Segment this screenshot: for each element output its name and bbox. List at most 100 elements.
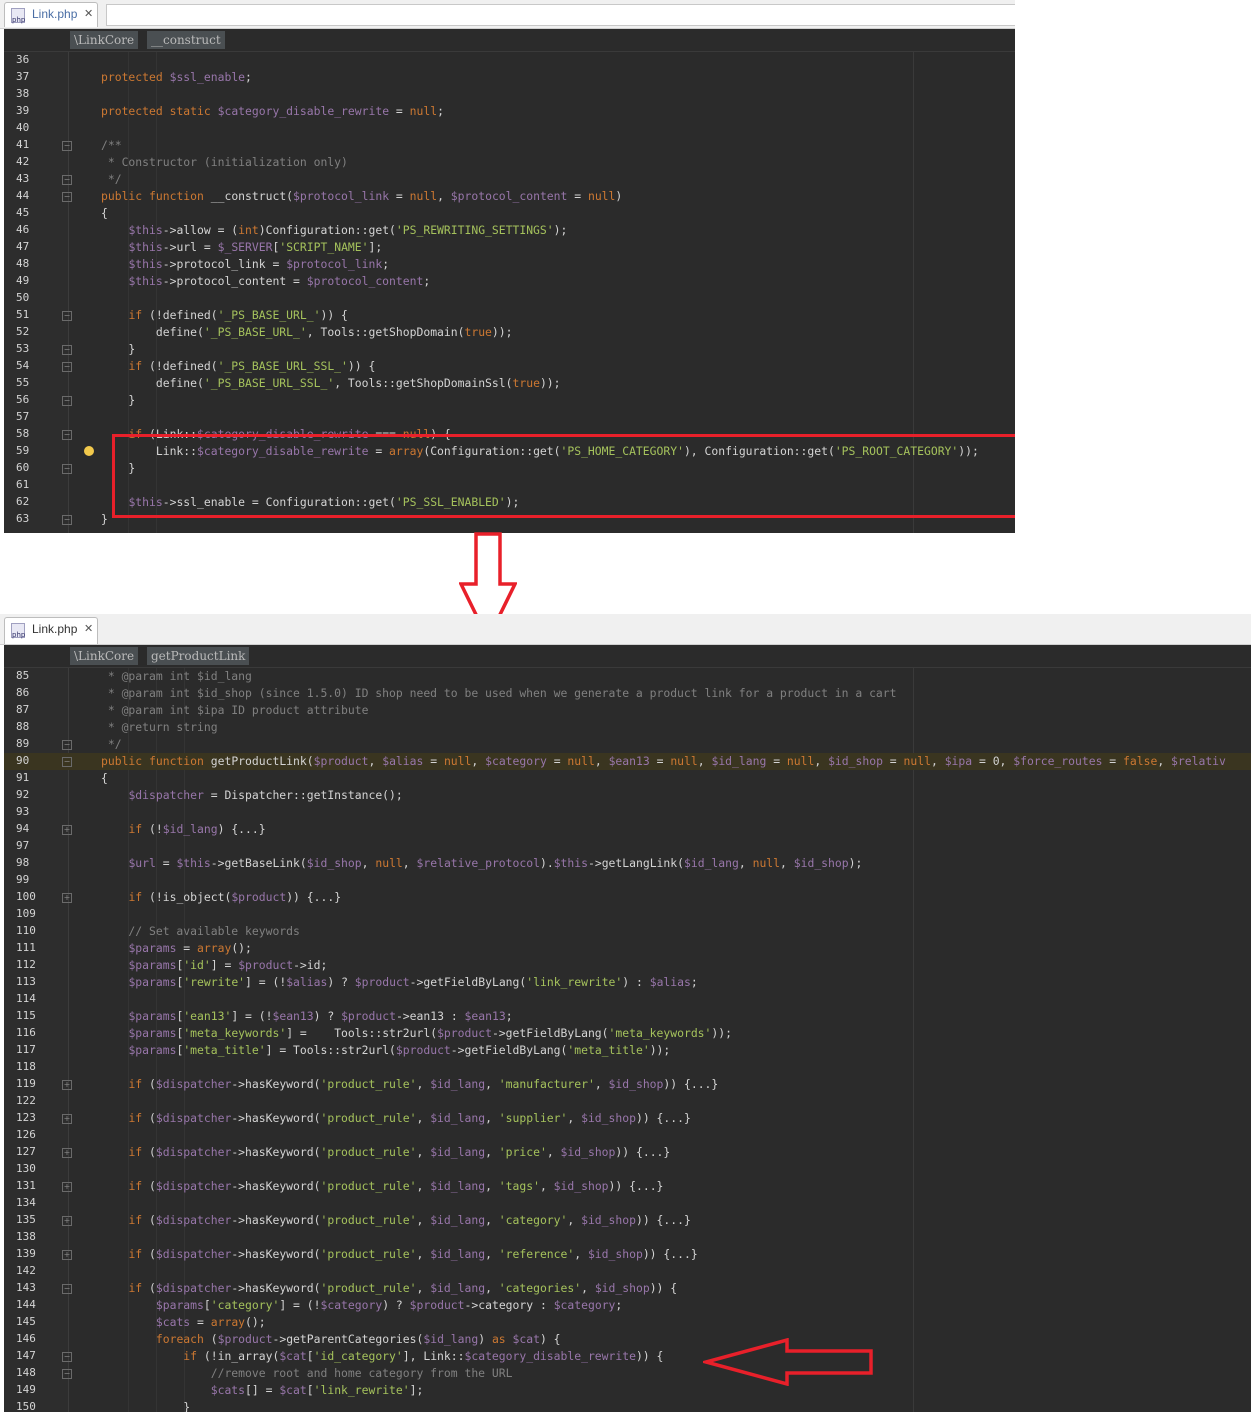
code-line[interactable]: 112 $params['id'] = $product->id;: [4, 957, 1251, 974]
breadcrumb-method[interactable]: __construct: [147, 31, 225, 49]
code-editor[interactable]: \LinkCore getProductLink 85 * @param int…: [4, 645, 1251, 1412]
code-line[interactable]: 145 $cats = array();: [4, 1314, 1251, 1331]
code-line[interactable]: 143 − if ($dispatcher->hasKeyword('produc…: [4, 1280, 1251, 1297]
fold-toggle-icon[interactable]: +: [62, 825, 72, 835]
code-line[interactable]: 50: [4, 290, 1015, 307]
fold-toggle-icon[interactable]: −: [62, 345, 72, 355]
code-line[interactable]: 36: [4, 52, 1015, 69]
code-line[interactable]: 146 foreach ($product->getParentCategori…: [4, 1331, 1251, 1348]
code-line[interactable]: 94 + if (!$id_lang) {...}: [4, 821, 1251, 838]
code-line[interactable]: 91 {: [4, 770, 1251, 787]
fold-toggle-icon[interactable]: +: [62, 1216, 72, 1226]
code-line[interactable]: 41 − /**: [4, 137, 1015, 154]
search-field[interactable]: [106, 4, 1015, 26]
breadcrumb-class[interactable]: \LinkCore: [70, 647, 139, 665]
code-editor[interactable]: \LinkCore __construct 36 37 protected $ssl…: [4, 29, 1015, 533]
code-line[interactable]: 51 − if (!defined('_PS_BASE_URL_')) {: [4, 307, 1015, 324]
code-line[interactable]: 86 * @param int $id_shop (since 1.5.0) I…: [4, 685, 1251, 702]
code-line[interactable]: 139 + if ($dispatcher->hasKeyword('produc…: [4, 1246, 1251, 1263]
code-line[interactable]: 110 // Set available keywords: [4, 923, 1251, 940]
code-line[interactable]: 131 + if ($dispatcher->hasKeyword('produc…: [4, 1178, 1251, 1195]
code-line[interactable]: 85 * @param int $id_lang: [4, 668, 1251, 685]
code-line[interactable]: 47 $this->url = $_SERVER['SCRIPT_NAME'];: [4, 239, 1015, 256]
code-line[interactable]: 40: [4, 120, 1015, 137]
fold-toggle-icon[interactable]: −: [62, 757, 72, 767]
code-line[interactable]: 92 $dispatcher = Dispatcher::getInstance…: [4, 787, 1251, 804]
code-line[interactable]: 54 − if (!defined('_PS_BASE_URL_SSL_')) {: [4, 358, 1015, 375]
fold-toggle-icon[interactable]: +: [62, 893, 72, 903]
code-line[interactable]: 98 $url = $this->getBaseLink($id_shop, n…: [4, 855, 1251, 872]
code-line[interactable]: 144 $params['category'] = (!$category) ?…: [4, 1297, 1251, 1314]
code-line[interactable]: 135 + if ($dispatcher->hasKeyword('produc…: [4, 1212, 1251, 1229]
code-line[interactable]: 97: [4, 838, 1251, 855]
fold-toggle-icon[interactable]: −: [62, 464, 72, 474]
code-line[interactable]: 100 + if (!is_object($product)) {...}: [4, 889, 1251, 906]
code-line[interactable]: 43 − */: [4, 171, 1015, 188]
code-line[interactable]: 123 + if ($dispatcher->hasKeyword('produc…: [4, 1110, 1251, 1127]
code-line[interactable]: 111 $params = array();: [4, 940, 1251, 957]
code-line[interactable]: 134: [4, 1195, 1251, 1212]
code-line[interactable]: 53 − }: [4, 341, 1015, 358]
code-line[interactable]: 46 $this->allow = (int)Configuration::ge…: [4, 222, 1015, 239]
code-line[interactable]: 114: [4, 991, 1251, 1008]
code-line[interactable]: 150 }: [4, 1399, 1251, 1412]
code-line[interactable]: 37 protected $ssl_enable;: [4, 69, 1015, 86]
breadcrumb-class[interactable]: \LinkCore: [70, 31, 139, 49]
code-line[interactable]: 138: [4, 1229, 1251, 1246]
fold-toggle-icon[interactable]: −: [62, 515, 72, 525]
code-line[interactable]: 48 $this->protocol_link = $protocol_link…: [4, 256, 1015, 273]
code-line[interactable]: 44 − public function __construct($protocol…: [4, 188, 1015, 205]
code-line[interactable]: 88 * @return string: [4, 719, 1251, 736]
code-line[interactable]: 89 − */: [4, 736, 1251, 753]
code-line[interactable]: 122: [4, 1093, 1251, 1110]
tab-link-php[interactable]: php Link.php ✕: [4, 617, 98, 644]
fold-toggle-icon[interactable]: −: [62, 1284, 72, 1294]
code-line[interactable]: 99: [4, 872, 1251, 889]
fold-toggle-icon[interactable]: +: [62, 1114, 72, 1124]
fold-toggle-icon[interactable]: +: [62, 1250, 72, 1260]
lightbulb-icon[interactable]: [84, 446, 94, 456]
code-line[interactable]: 148 − //remove root and home category fro…: [4, 1365, 1251, 1382]
fold-toggle-icon[interactable]: −: [62, 192, 72, 202]
fold-toggle-icon[interactable]: −: [62, 396, 72, 406]
code-line[interactable]: 109: [4, 906, 1251, 923]
code-line[interactable]: 55 define('_PS_BASE_URL_SSL_', Tools::ge…: [4, 375, 1015, 392]
close-icon[interactable]: ✕: [84, 622, 93, 635]
code-line[interactable]: 42 * Constructor (initialization only): [4, 154, 1015, 171]
code-line[interactable]: 142: [4, 1263, 1251, 1280]
fold-toggle-icon[interactable]: −: [62, 1352, 72, 1362]
fold-toggle-icon[interactable]: −: [62, 1369, 72, 1379]
code-area[interactable]: 85 * @param int $id_lang 86 * @param int …: [4, 668, 1251, 1412]
code-line[interactable]: 126: [4, 1127, 1251, 1144]
fold-toggle-icon[interactable]: +: [62, 1182, 72, 1192]
breadcrumb-method[interactable]: getProductLink: [147, 647, 250, 665]
fold-toggle-icon[interactable]: −: [62, 141, 72, 151]
fold-toggle-icon[interactable]: −: [62, 740, 72, 750]
fold-toggle-icon[interactable]: −: [62, 362, 72, 372]
code-line[interactable]: 119 + if ($dispatcher->hasKeyword('produc…: [4, 1076, 1251, 1093]
code-line[interactable]: 39 protected static $category_disable_rew…: [4, 103, 1015, 120]
fold-toggle-icon[interactable]: −: [62, 311, 72, 321]
fold-toggle-icon[interactable]: +: [62, 1080, 72, 1090]
fold-toggle-icon[interactable]: −: [62, 430, 72, 440]
code-line[interactable]: 147 − if (!in_array($cat['id_category'], …: [4, 1348, 1251, 1365]
code-line[interactable]: 117 $params['meta_title'] = Tools::str2u…: [4, 1042, 1251, 1059]
code-line[interactable]: 116 $params['meta_keywords'] = Tools::st…: [4, 1025, 1251, 1042]
close-icon[interactable]: ✕: [84, 7, 93, 20]
fold-toggle-icon[interactable]: −: [62, 175, 72, 185]
code-line[interactable]: 118: [4, 1059, 1251, 1076]
code-line[interactable]: 93: [4, 804, 1251, 821]
code-line[interactable]: 130: [4, 1161, 1251, 1178]
tab-link-php[interactable]: php Link.php ✕: [4, 2, 98, 27]
code-line[interactable]: 90 − public function getProductLink($produ…: [4, 753, 1251, 770]
code-line[interactable]: 57: [4, 409, 1015, 426]
fold-toggle-icon[interactable]: +: [62, 1148, 72, 1158]
code-line[interactable]: 38: [4, 86, 1015, 103]
code-line[interactable]: 56 − }: [4, 392, 1015, 409]
code-line[interactable]: 49 $this->protocol_content = $protocol_c…: [4, 273, 1015, 290]
code-line[interactable]: 113 $params['rewrite'] = (!$alias) ? $pr…: [4, 974, 1251, 991]
code-line[interactable]: 87 * @param int $ipa ID product attribut…: [4, 702, 1251, 719]
code-line[interactable]: 149 $cats[] = $cat['link_rewrite'];: [4, 1382, 1251, 1399]
code-line[interactable]: 127 + if ($dispatcher->hasKeyword('produc…: [4, 1144, 1251, 1161]
code-line[interactable]: 115 $params['ean13'] = (!$ean13) ? $prod…: [4, 1008, 1251, 1025]
